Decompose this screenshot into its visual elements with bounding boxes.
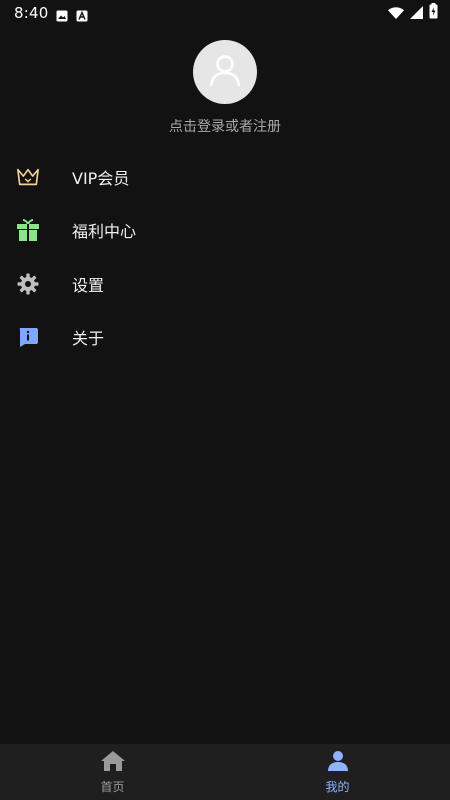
nav-tab-home-label: 首页: [100, 779, 125, 794]
settings-menu: VIP会员 福利中心 设置 关于: [0, 150, 450, 364]
battery-icon: [429, 3, 438, 23]
gift-icon: [16, 218, 40, 242]
user-icon: [207, 52, 243, 92]
avatar[interactable]: [193, 40, 257, 104]
cellular-icon: [410, 4, 423, 23]
nav-tab-mine-label: 我的: [325, 779, 350, 794]
menu-item-vip[interactable]: VIP会员: [0, 150, 450, 204]
image-icon: [56, 7, 68, 22]
menu-item-vip-label: VIP会员: [72, 168, 130, 188]
crown-icon: [16, 165, 40, 189]
home-icon: [100, 750, 126, 776]
status-time: 8:40: [14, 4, 49, 22]
wifi-icon: [388, 4, 404, 23]
status-bar-left: 8:40: [14, 4, 88, 22]
menu-item-settings[interactable]: 设置: [0, 257, 450, 311]
menu-item-about[interactable]: 关于: [0, 311, 450, 365]
menu-item-about-label: 关于: [72, 329, 105, 349]
font-icon: [76, 7, 88, 22]
gear-icon: [16, 272, 40, 296]
menu-item-settings-label: 设置: [72, 275, 105, 295]
person-icon: [327, 750, 349, 776]
bottom-navigation: 首页 我的: [0, 744, 450, 800]
login-register-link[interactable]: 点击登录或者注册: [169, 116, 281, 136]
nav-tab-mine[interactable]: 我的: [225, 744, 450, 800]
profile-section: 点击登录或者注册: [0, 40, 450, 136]
info-icon: [16, 325, 40, 349]
app-screen: 8:40 点击登录或者注册 VIP会员 福利中心 设置 关于 首页 我的: [0, 0, 450, 800]
menu-item-welfare[interactable]: 福利中心: [0, 204, 450, 258]
nav-tab-home[interactable]: 首页: [0, 744, 225, 800]
status-bar: 8:40: [0, 0, 450, 26]
menu-item-welfare-label: 福利中心: [72, 222, 137, 242]
status-bar-right: [388, 3, 438, 23]
